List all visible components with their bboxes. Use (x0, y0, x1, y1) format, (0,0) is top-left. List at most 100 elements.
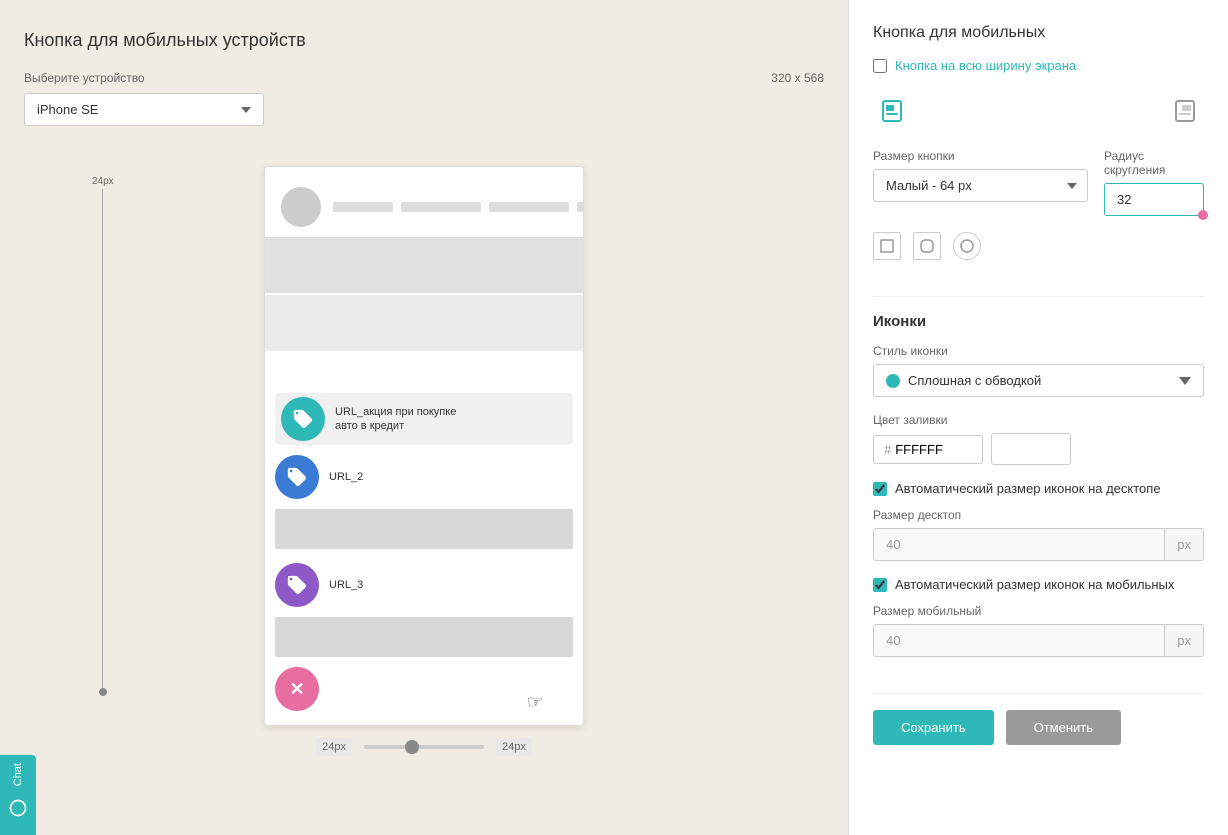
mobile-size-unit: px (1164, 625, 1203, 656)
close-icon: ✕ (289, 679, 304, 700)
device-size: 320 x 568 (771, 71, 824, 85)
device-select[interactable]: iPhone SE (24, 93, 264, 126)
floating-buttons: URL_акция при покупке авто в кредит ☞ UR… (275, 393, 573, 715)
auto-desktop-checkbox[interactable] (873, 482, 887, 496)
zoom-min-label: 24px (316, 738, 352, 756)
zoom-max-label: 24px (496, 738, 532, 756)
content-block-2 (265, 295, 583, 351)
auto-mobile-row: Автоматический размер иконок на мобильны… (873, 577, 1204, 592)
align-right-button[interactable] (1164, 93, 1200, 129)
left-panel: Кнопка для мобильных устройств Выберите … (0, 0, 848, 835)
full-width-checkbox[interactable] (873, 59, 887, 73)
fb-circle-3[interactable] (275, 563, 319, 607)
save-button[interactable]: Сохранить (873, 710, 994, 745)
color-inputs: # (873, 433, 1204, 465)
desktop-size-input[interactable] (874, 529, 1164, 560)
content-row-bg (275, 509, 573, 549)
desktop-size-wrapper: px (873, 528, 1204, 561)
border-radius-group: Радиус скругления (1104, 149, 1204, 216)
fb-title-3: URL_3 (329, 578, 363, 592)
corner-rounded-button[interactable] (913, 232, 941, 260)
size-radius-row: Размер кнопки Малый - 64 px Радиус скруг… (873, 149, 1204, 216)
content-row-bg-2 (275, 617, 573, 657)
corner-icons (873, 232, 1204, 260)
border-radius-label: Радиус скругления (1104, 149, 1204, 177)
auto-mobile-checkbox[interactable] (873, 578, 887, 592)
fb-row-4[interactable]: ✕ (275, 663, 573, 715)
phone-content-rows (265, 237, 583, 351)
corner-circle-button[interactable] (953, 232, 981, 260)
icon-style-value: Сплошная с обводкой (908, 373, 1041, 388)
phone-frame: URL_акция при покупке авто в кредит ☞ UR… (264, 166, 584, 726)
fb-circle-2[interactable] (275, 455, 319, 499)
chat-label: Chat (12, 763, 24, 786)
tag-icon-2 (286, 466, 308, 488)
desktop-size-label: Размер десктоп (873, 508, 1204, 522)
full-width-label[interactable]: Кнопка на всю ширину экрана (895, 58, 1076, 73)
phone-header (265, 167, 583, 237)
align-right-icon (1168, 97, 1196, 125)
icons-section-title: Иконки (873, 313, 1204, 330)
fb-title-1: URL_акция при покупке (335, 405, 456, 419)
header-lines (333, 202, 584, 212)
auto-desktop-row: Автоматический размер иконок на десктопе (873, 481, 1204, 496)
button-size-select[interactable]: Малый - 64 px (873, 169, 1088, 202)
content-block-1 (265, 237, 583, 293)
fb-text-2: URL_2 (329, 470, 363, 484)
color-hash-input: # (873, 435, 983, 464)
header-line-2 (401, 202, 481, 212)
align-left-icon (881, 97, 909, 125)
button-size-group: Размер кнопки Малый - 64 px (873, 149, 1088, 216)
fb-row-2[interactable]: URL_2 (275, 451, 573, 503)
zoom-area: 24px 24px (316, 738, 532, 756)
zoom-slider[interactable] (364, 745, 484, 749)
mobile-size-row: Размер мобильный px (873, 604, 1204, 657)
header-line-4 (577, 202, 584, 212)
fb-row-3[interactable]: URL_3 (275, 559, 573, 611)
right-panel: Кнопка для мобильных Кнопка на всю ширин… (848, 0, 1228, 835)
fb-text-3: URL_3 (329, 578, 363, 592)
desktop-size-row: Размер десктоп px (873, 508, 1204, 561)
corner-square-icon (879, 238, 895, 254)
fb-circle-1[interactable] (281, 397, 325, 441)
icon-style-row: Стиль иконки Сплошная с обводкой (873, 344, 1204, 397)
side-ruler: 24px (92, 176, 114, 696)
fb-row-1[interactable]: URL_акция при покупке авто в кредит ☞ (275, 393, 573, 445)
header-line-3 (489, 202, 569, 212)
full-width-row: Кнопка на всю ширину экрана (873, 58, 1204, 73)
radius-input-wrapper (1104, 183, 1204, 216)
tag-icon-3 (286, 574, 308, 596)
corner-square-button[interactable] (873, 232, 901, 260)
icon-style-select[interactable]: Сплошная с обводкой (873, 364, 1204, 397)
align-left-button[interactable] (877, 93, 913, 129)
radius-dot (1198, 210, 1208, 220)
zoom-min-label: 24px (92, 176, 114, 187)
fill-color-input[interactable] (895, 442, 965, 457)
preview-area: 24px (24, 166, 824, 815)
mobile-size-input[interactable] (874, 625, 1164, 656)
button-size-label: Размер кнопки (873, 149, 1088, 163)
fb-title-2: URL_2 (329, 470, 363, 484)
border-radius-input[interactable] (1104, 183, 1204, 216)
icon-style-dot (886, 374, 900, 388)
auto-mobile-label[interactable]: Автоматический размер иконок на мобильны… (895, 577, 1174, 592)
corner-circle-icon (959, 238, 975, 254)
color-picker-box[interactable] (991, 433, 1071, 465)
color-fill-row: Цвет заливки # (873, 413, 1204, 465)
tag-icon-1 (292, 408, 314, 430)
hash-symbol: # (884, 442, 891, 457)
icon-style-label: Стиль иконки (873, 344, 1204, 358)
fb-text-1: URL_акция при покупке авто в кредит (335, 405, 456, 434)
divider-1 (873, 296, 1204, 297)
auto-desktop-label[interactable]: Автоматический размер иконок на десктопе (895, 481, 1161, 496)
avatar (281, 187, 321, 227)
corner-rounded-icon (919, 238, 935, 254)
icon-style-chevron (1179, 377, 1191, 385)
fb-circle-4[interactable]: ✕ (275, 667, 319, 711)
chat-sidebar[interactable]: Chat (0, 755, 36, 835)
device-label: Выберите устройство (24, 71, 145, 85)
fill-color-label: Цвет заливки (873, 413, 1204, 427)
button-size-select-wrapper: Малый - 64 px (873, 169, 1088, 202)
align-icons-row (873, 93, 1204, 129)
cancel-button[interactable]: Отменить (1006, 710, 1121, 745)
